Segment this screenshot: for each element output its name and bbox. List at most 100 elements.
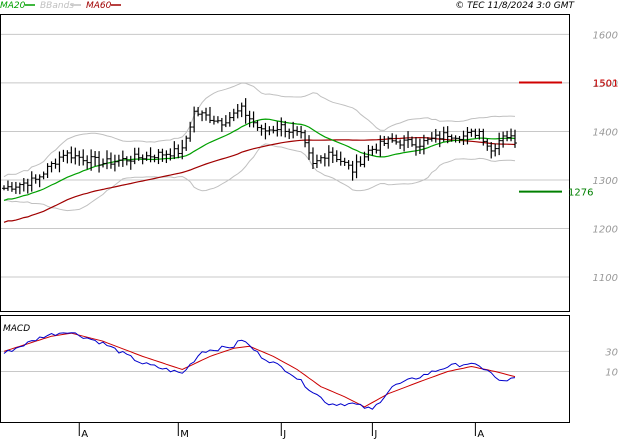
- price-bar: [215, 116, 220, 124]
- price-bar: [505, 130, 510, 142]
- price-bar: [283, 120, 288, 138]
- price-bar: [271, 125, 276, 134]
- price-bar: [69, 146, 74, 164]
- price-bar: [291, 121, 296, 139]
- price-bar: [322, 153, 327, 167]
- price-bar: [49, 161, 54, 173]
- price-bar: [310, 147, 315, 170]
- price-bar: [77, 150, 82, 166]
- price-bar: [275, 121, 280, 137]
- price-bar: [338, 151, 343, 166]
- price-bar: [334, 150, 339, 163]
- price-bar: [382, 135, 387, 147]
- price-bar: [366, 144, 371, 161]
- price-bar: [57, 151, 62, 173]
- price-bar: [85, 155, 90, 170]
- legend-label-bbands: BBands: [40, 1, 74, 11]
- price-bar: [318, 155, 323, 164]
- price-bar: [104, 150, 109, 170]
- price-bar: [287, 128, 292, 140]
- price-bar: [489, 142, 494, 159]
- price-bar: [25, 178, 30, 194]
- price-bar: [259, 124, 264, 136]
- price-bar: [461, 130, 466, 145]
- price-bar: [196, 107, 201, 117]
- price-bar: [350, 160, 355, 181]
- price-bar: [156, 149, 161, 165]
- x-tick-label: A: [81, 429, 88, 440]
- price-bar: [101, 158, 106, 168]
- price-bar: [469, 128, 474, 137]
- price-tick-label: 1300: [593, 176, 618, 187]
- price-bar: [354, 154, 359, 179]
- price-bar: [370, 145, 375, 156]
- legend-label-ma60: MA60: [86, 1, 112, 11]
- price-bar: [509, 128, 514, 142]
- price-bar: [501, 131, 506, 148]
- price-bar: [279, 117, 284, 137]
- macd-gridlines: [1, 350, 569, 373]
- price-bar: [235, 103, 240, 119]
- price-bar: [97, 151, 102, 173]
- price-axis-labels: 160015001400130012001100: [593, 30, 618, 284]
- price-bar: [314, 154, 319, 169]
- chart-header: MA20 BBands MA60 © TEC 11/8/2024 3:0 GMT: [0, 1, 576, 11]
- price-bar: [417, 138, 422, 155]
- price-bar: [108, 152, 113, 169]
- macd-axis-labels: 30 10: [605, 347, 618, 378]
- price-bar: [251, 111, 256, 128]
- price-bar: [172, 141, 177, 160]
- price-bar: [17, 182, 22, 195]
- price-bar: [243, 98, 248, 124]
- price-bar: [13, 181, 18, 194]
- price-bar: [45, 163, 50, 179]
- price-bar: [330, 147, 335, 164]
- price-bar: [2, 185, 6, 191]
- price-panel-frame: [0, 14, 570, 312]
- price-bar: [128, 155, 133, 170]
- price-gridlines: [1, 33, 569, 278]
- price-bar: [73, 147, 78, 165]
- price-bar: [33, 174, 38, 184]
- price-bar: [207, 106, 212, 124]
- price-bar: [255, 120, 260, 131]
- price-bar: [239, 102, 244, 118]
- price-bar: [5, 180, 10, 191]
- price-bar: [9, 182, 14, 192]
- price-bar: [152, 154, 157, 163]
- price-bar: [132, 147, 137, 165]
- price-bar: [429, 132, 434, 142]
- price-bar: [164, 150, 169, 164]
- price-tick-label: 1400: [593, 127, 618, 138]
- price-tick-label: 1100: [593, 273, 618, 284]
- bband-lower: [3, 143, 516, 212]
- price-bar: [124, 156, 129, 166]
- price-bar: [299, 125, 304, 139]
- price-bar: [81, 149, 86, 166]
- price-bar: [378, 135, 383, 157]
- price-bar: [37, 174, 42, 188]
- price-bar: [65, 150, 70, 164]
- price-bar: [184, 135, 189, 151]
- price-bar: [93, 151, 98, 167]
- price-bar: [120, 150, 125, 167]
- price-bar: [465, 127, 470, 145]
- level-label: 1501: [593, 78, 618, 89]
- price-bar: [267, 126, 272, 136]
- price-bar: [200, 110, 205, 122]
- level-label: 1276: [568, 188, 593, 199]
- x-tick-label: J: [373, 429, 377, 440]
- price-tick-label: 1200: [593, 225, 618, 236]
- price-bar: [346, 160, 351, 170]
- price-bar: [223, 115, 228, 128]
- price-bar: [231, 108, 236, 122]
- price-bar: [457, 136, 462, 144]
- price-bar: [307, 135, 312, 160]
- stock-chart: MA20 BBands MA60 © TEC 11/8/2024 3:0 GMT…: [0, 1, 618, 440]
- price-bar: [406, 131, 411, 148]
- macd-title: MACD: [3, 324, 30, 334]
- price-bar: [473, 128, 478, 139]
- price-bar: [398, 139, 403, 149]
- price-bar: [342, 157, 347, 166]
- price-bar: [219, 117, 224, 132]
